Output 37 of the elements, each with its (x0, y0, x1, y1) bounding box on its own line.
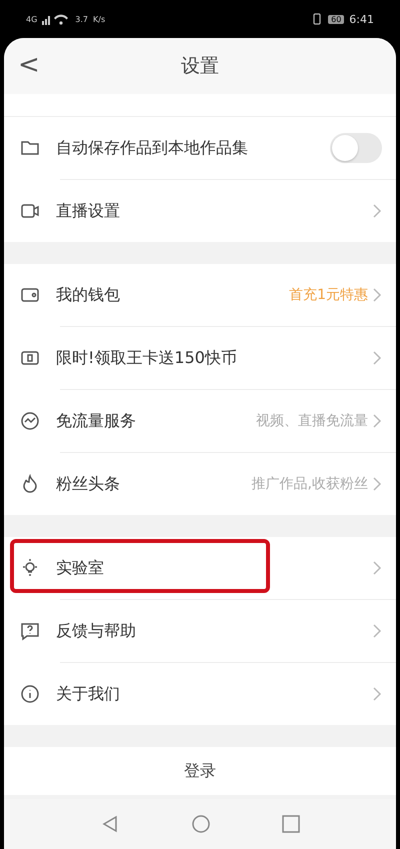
chevron-icon (372, 413, 382, 429)
toggle-switch[interactable] (330, 133, 382, 163)
chevron-icon (372, 560, 382, 576)
chart-icon (20, 411, 40, 431)
row-label: 限时!领取王卡送150快币 (56, 348, 238, 368)
battery-level: 60 (328, 14, 344, 24)
row-label: 关于我们 (56, 684, 121, 704)
row-label: 反馈与帮助 (56, 620, 137, 642)
signal-wifi-icon (42, 13, 70, 25)
info-icon (20, 684, 40, 704)
network-type: 4G (26, 14, 38, 24)
chevron-icon (372, 350, 382, 366)
row-value: 推广作品,收获粉丝 (252, 475, 368, 493)
row-label: 自动保存作品到本地作品集 (56, 138, 249, 158)
chevron-icon (372, 476, 382, 492)
back-button[interactable]: < (14, 50, 44, 80)
network-speed: 3.7 (75, 14, 88, 24)
row-value: 首充1元特惠 (289, 286, 368, 304)
help-icon (20, 621, 40, 641)
row-label: 我的钱包 (56, 284, 121, 306)
row-label: 免流量服务 (56, 410, 137, 432)
chevron-icon (372, 686, 382, 702)
lightbulb-icon (20, 558, 40, 578)
vibrate-icon (311, 13, 324, 25)
speed-unit: K/s (93, 14, 106, 24)
row-label: 粉丝头条 (56, 474, 121, 494)
page-title: 设置 (181, 54, 219, 79)
chevron-icon (372, 203, 382, 219)
recents-nav-icon[interactable] (282, 815, 300, 833)
chevron-icon (372, 623, 382, 639)
clock-time: 6:41 (349, 12, 374, 26)
login-button[interactable]: 登录 (4, 747, 396, 795)
home-nav-icon[interactable] (190, 814, 211, 834)
row-label: 实验室 (56, 558, 105, 578)
row-label: 直播设置 (56, 200, 121, 222)
chevron-icon (372, 287, 382, 303)
row-value: 视频、直播免流量 (256, 412, 368, 430)
